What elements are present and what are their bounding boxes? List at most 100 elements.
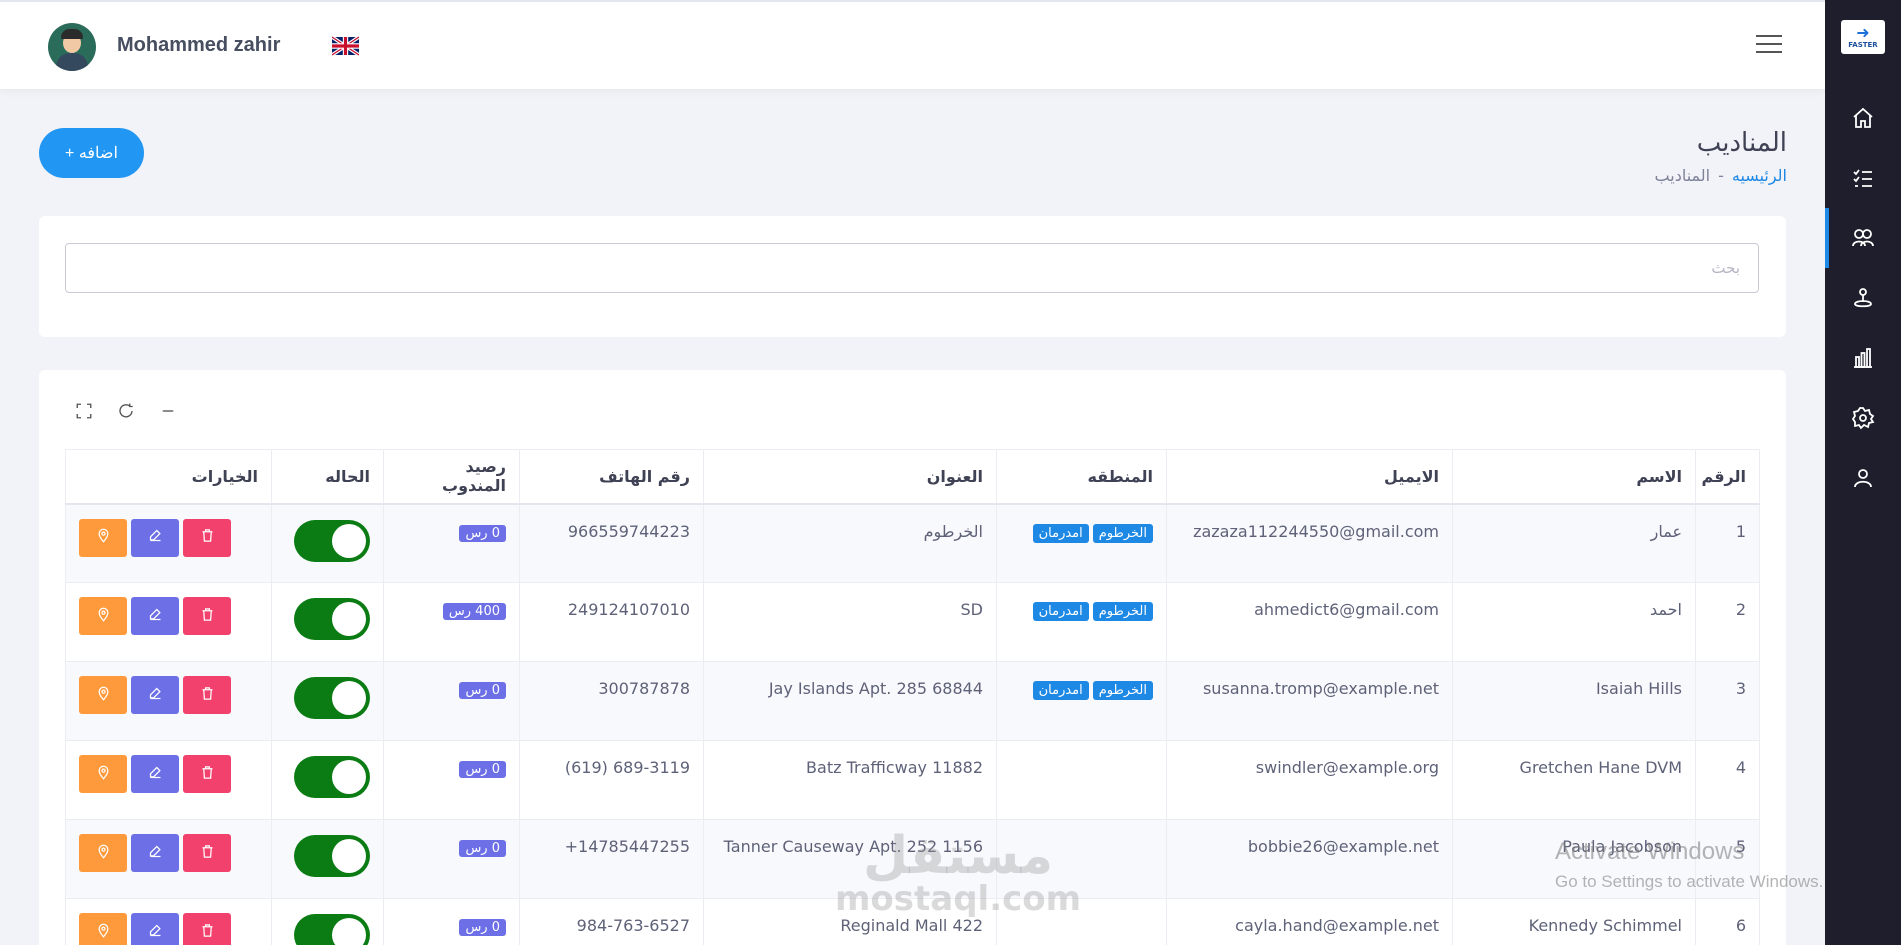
- search-input[interactable]: [65, 243, 1759, 293]
- search-card: [39, 216, 1786, 337]
- edit-button[interactable]: [131, 755, 179, 793]
- sidebar-item-couriers[interactable]: [1825, 208, 1901, 268]
- cell-region: [996, 740, 1167, 820]
- cell-email: susanna.tromp@example.net: [1166, 661, 1453, 741]
- cell-balance: 0 رس: [383, 898, 520, 945]
- edit-button[interactable]: [131, 834, 179, 872]
- edit-icon: [148, 765, 163, 784]
- edit-button[interactable]: [131, 676, 179, 714]
- header-name: الاسم: [1452, 449, 1696, 505]
- card-tools: [73, 400, 179, 422]
- region-badge: الخرطوم: [1092, 602, 1153, 621]
- row-options: [79, 834, 258, 872]
- location-icon: [96, 528, 111, 547]
- cell-address: Jay Islands Apt. 285 68844: [703, 661, 997, 741]
- cell-region: الخرطومامدرمان: [996, 582, 1167, 662]
- region-badge: امدرمان: [1032, 523, 1089, 543]
- edit-button[interactable]: [131, 597, 179, 635]
- cell-options: [65, 661, 272, 741]
- sidebar-item-home[interactable]: [1825, 88, 1901, 148]
- cell-phone: 984-763-6527: [519, 898, 704, 945]
- region-badge: الخرطوم: [1092, 681, 1153, 700]
- sidebar-item-settings[interactable]: [1825, 388, 1901, 448]
- table-row: 3 Isaiah Hills susanna.tromp@example.net…: [65, 661, 1760, 741]
- sidebar-item-orders[interactable]: [1825, 148, 1901, 208]
- cell-name: احمد: [1452, 582, 1696, 662]
- location-button[interactable]: [79, 834, 127, 872]
- cell-number: 4: [1695, 740, 1760, 820]
- edit-icon: [148, 923, 163, 942]
- cell-status: [271, 661, 384, 741]
- edit-button[interactable]: [131, 518, 179, 557]
- balance-badge: 0 رس: [459, 524, 506, 542]
- location-icon: [96, 686, 111, 705]
- location-button[interactable]: [79, 913, 127, 945]
- cell-name: عمار: [1452, 503, 1696, 583]
- status-toggle[interactable]: [294, 914, 370, 945]
- status-toggle[interactable]: [294, 677, 370, 719]
- delete-icon: [200, 686, 215, 705]
- cell-email: bobbie26@example.net: [1166, 819, 1453, 899]
- breadcrumb-home[interactable]: الرئيسيه: [1732, 166, 1787, 185]
- location-button[interactable]: [79, 755, 127, 793]
- balance-badge: 0 رس: [459, 682, 506, 699]
- users-icon: [1852, 229, 1874, 247]
- location-button[interactable]: [79, 676, 127, 714]
- home-icon: [1853, 107, 1873, 128]
- location-button[interactable]: [79, 518, 127, 557]
- status-toggle[interactable]: [294, 519, 370, 562]
- delete-button[interactable]: [183, 518, 231, 557]
- sidebar-item-reports[interactable]: [1825, 328, 1901, 388]
- cell-balance: 400 رس: [383, 582, 520, 662]
- row-options: [79, 676, 258, 714]
- cell-options: [65, 503, 272, 583]
- cell-balance: 0 رس: [383, 661, 520, 741]
- user-name[interactable]: Mohammed zahir: [117, 34, 280, 57]
- collapse-icon[interactable]: [157, 400, 179, 422]
- edit-icon: [148, 607, 163, 626]
- edit-icon: [148, 686, 163, 705]
- cell-name: Kennedy Schimmel: [1452, 898, 1696, 945]
- delete-button[interactable]: [183, 913, 231, 945]
- balance-badge: 0 رس: [459, 840, 506, 857]
- fullscreen-icon[interactable]: [73, 400, 95, 422]
- status-toggle[interactable]: [294, 835, 370, 877]
- app-logo[interactable]: ➜ FASTER: [1841, 20, 1885, 54]
- header-number: الرقم: [1695, 449, 1760, 505]
- breadcrumb: الرئيسيه-المناديب: [1655, 166, 1787, 185]
- cell-name: Isaiah Hills: [1452, 661, 1696, 741]
- header-status: الحاله: [271, 449, 384, 505]
- sidebar-item-drivers[interactable]: [1825, 268, 1901, 328]
- delete-button[interactable]: [183, 597, 231, 635]
- sidebar: ➜ FASTER: [1825, 0, 1901, 945]
- logo-arrow-icon: ➜: [1856, 23, 1870, 42]
- add-courier-button[interactable]: + اضافه: [39, 128, 144, 178]
- cell-phone: 689-3119 (619): [519, 740, 704, 820]
- row-options: [79, 913, 258, 945]
- cell-options: [65, 898, 272, 945]
- location-icon: [96, 844, 111, 863]
- cell-number: 3: [1695, 661, 1760, 741]
- menu-toggle-icon[interactable]: [1756, 35, 1782, 57]
- refresh-icon[interactable]: [115, 400, 137, 422]
- cell-email: swindler@example.org: [1166, 740, 1453, 820]
- delete-button[interactable]: [183, 676, 231, 714]
- delete-button[interactable]: [183, 755, 231, 793]
- location-button[interactable]: [79, 597, 127, 635]
- delete-button[interactable]: [183, 834, 231, 872]
- status-toggle[interactable]: [294, 756, 370, 798]
- table-header-row: الرقم الاسم الايميل المنطقه العنوان رقم …: [65, 449, 1760, 505]
- edit-button[interactable]: [131, 913, 179, 945]
- activation-subtitle: Go to Settings to activate Windows.: [1555, 872, 1824, 891]
- row-options: [79, 597, 258, 635]
- uk-flag-icon[interactable]: [332, 36, 359, 56]
- user-avatar[interactable]: [48, 23, 96, 71]
- status-toggle[interactable]: [294, 598, 370, 640]
- delete-icon: [200, 765, 215, 784]
- sidebar-item-profile[interactable]: [1825, 448, 1901, 508]
- cell-options: [65, 740, 272, 820]
- cell-email: ahmedict6@gmail.com: [1166, 582, 1453, 662]
- cell-number: 1: [1695, 503, 1760, 583]
- table-row: 2 احمد ahmedict6@gmail.com الخرطومامدرما…: [65, 582, 1760, 662]
- cell-status: [271, 503, 384, 583]
